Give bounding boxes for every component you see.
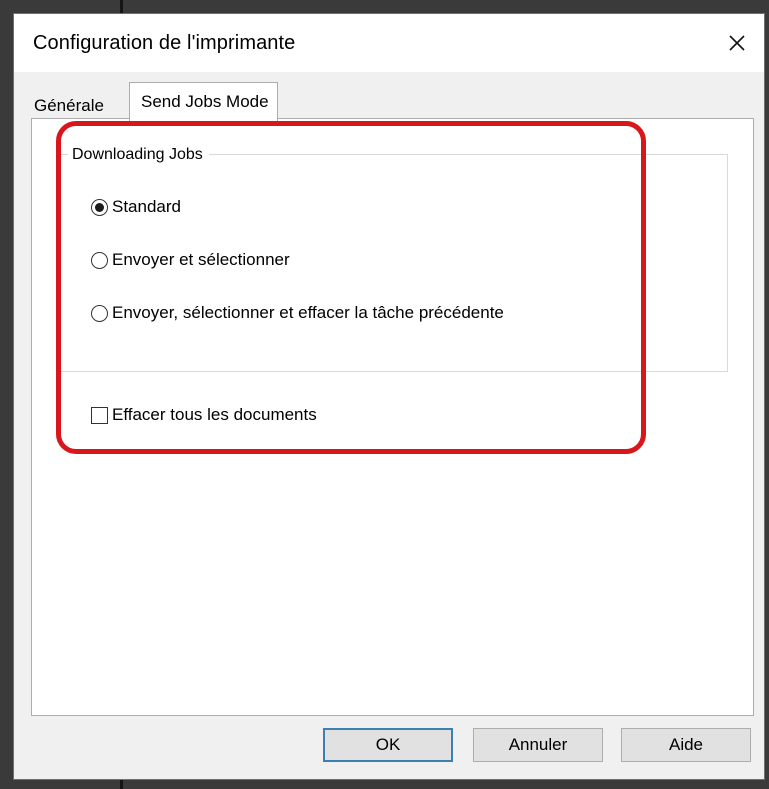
help-button[interactable]: Aide [621, 728, 751, 762]
dialog-title: Configuration de l'imprimante [33, 32, 296, 54]
radio-button[interactable] [91, 251, 108, 269]
checkbox[interactable] [91, 406, 108, 424]
checkbox-clear-all-documents[interactable]: Effacer tous les documents [91, 405, 317, 425]
tab-send-jobs-mode[interactable]: Send Jobs Mode [129, 82, 278, 122]
radio-standard[interactable]: Standard [91, 197, 181, 217]
radio-send-and-select[interactable]: Envoyer et sélectionner [91, 250, 290, 270]
downloading-jobs-label: Downloading Jobs [68, 146, 209, 164]
title-bar: Configuration de l'imprimante [14, 14, 764, 72]
radio-send-select-delete-previous-label: Envoyer, sélectionner et effacer la tâch… [112, 303, 504, 322]
radio-send-select-delete-previous[interactable]: Envoyer, sélectionner et effacer la tâch… [91, 303, 504, 323]
close-icon [729, 35, 745, 51]
tab-strip: Générale Send Jobs Mode [14, 72, 764, 122]
radio-button-checked[interactable] [91, 198, 108, 216]
radio-send-and-select-label: Envoyer et sélectionner [112, 250, 290, 269]
tab-generale[interactable]: Générale [28, 90, 108, 120]
radio-button[interactable] [91, 304, 108, 322]
ok-button[interactable]: OK [323, 728, 453, 762]
checkbox-clear-all-documents-label: Effacer tous les documents [112, 405, 317, 424]
close-button[interactable] [710, 14, 764, 72]
printer-configuration-dialog: Configuration de l'imprimante Générale S… [13, 13, 765, 780]
radio-standard-label: Standard [112, 197, 181, 216]
cancel-button[interactable]: Annuler [473, 728, 603, 762]
